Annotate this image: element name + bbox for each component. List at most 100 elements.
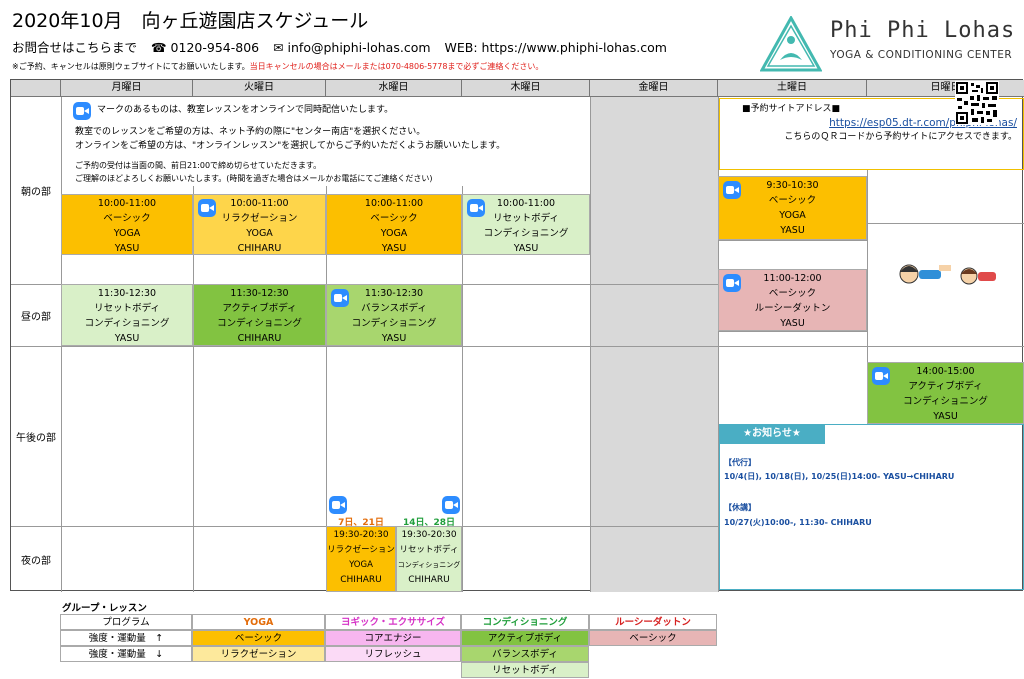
schedule-grid: 月曜日 火曜日 水曜日 木曜日 金曜日 土曜日 日曜日 朝の部 昼の部 午後の部… (10, 79, 1024, 592)
notice-text: ※ご予約、キャンセルは原則ウェブサイトにてお願いいたします。 (12, 62, 250, 71)
day-header-sat: 土曜日 (718, 80, 867, 97)
reservation-notice: ※ご予約、キャンセルは原則ウェブサイトにてお願いいたします。当日キャンセルの場合… (12, 61, 543, 72)
brand-logo: Phi Phi Lohas YOGA & CONDITIONING CENTER (759, 14, 1022, 72)
lesson-category: YOGA (349, 560, 373, 570)
qr-code-icon[interactable] (955, 81, 999, 125)
friday-closed (590, 97, 718, 592)
zoom-icon (331, 289, 349, 307)
lesson-time: 11:00-12:00 (763, 273, 822, 284)
day-header-fri: 金曜日 (590, 80, 718, 97)
zoom-icon (723, 274, 741, 292)
page-title: 2020年10月 向ヶ丘遊園店スケジュール (12, 10, 369, 32)
legend-active-body: アクティブボディ (461, 630, 589, 646)
lesson-mon-noon[interactable]: 11:30-12:30 リセットボディ コンディショニング YASU (61, 284, 193, 346)
legend-relaxation: リラクゼーション (192, 646, 325, 662)
lesson-tue-morning[interactable]: 10:00-11:00 リラクゼーション YOGA CHIHARU (193, 194, 326, 255)
lesson-instructor: YASU (933, 411, 958, 422)
lesson-category: YOGA (779, 210, 806, 221)
day-header-tue: 火曜日 (193, 80, 326, 97)
intro-line-1: マークのあるものは、教室レッスンをオンラインで同時配信いたします。 (97, 105, 394, 115)
legend-basic: ベーシック (192, 630, 325, 646)
website-link[interactable]: WEB: https://www.phiphi-lohas.com (445, 40, 667, 55)
lesson-program: アクティブボディ (222, 303, 297, 314)
zoom-icon (329, 496, 347, 514)
zoom-icon (467, 199, 485, 217)
stretching-people-illustration (899, 264, 996, 285)
lesson-category: コンディショニング (483, 228, 569, 239)
lesson-instructor: YASU (381, 243, 407, 254)
lesson-wed-night-b[interactable]: 19:30-20:30 リセットボディ コンディショニング CHIHARU (396, 526, 462, 592)
news-cancel-text: 10/27(火)10:00-, 11:30- CHIHARU (724, 518, 872, 527)
lesson-instructor: YASU (780, 318, 805, 329)
email-address[interactable]: ✉ info@phiphi-lohas.com (273, 40, 430, 55)
zoom-icon (442, 496, 460, 514)
contact-line: お問合せはこちらまで ☎ 0120-954-806 ✉ info@phiphi-… (12, 37, 677, 56)
lesson-instructor: YASU (114, 333, 140, 344)
notice-red-text: 当日キャンセルの場合はメールまたは070-4806-5778まで必ずご連絡くださ… (249, 62, 544, 71)
zoom-icon (723, 181, 741, 199)
lesson-sun-afternoon[interactable]: 14:00-15:00 アクティブボディ コンディショニング YASU (867, 362, 1024, 424)
day-header-wed: 水曜日 (326, 80, 462, 97)
legend-yogic-header: ヨギック・エクササイズ (325, 614, 461, 630)
lesson-program: ベーシック (768, 288, 817, 299)
reservation-note: こちらのＱＲコードから予約サイトにアクセスできます。 (784, 132, 1017, 142)
lesson-instructor: YASU (114, 243, 140, 254)
legend-yoga-header: YOGA (192, 614, 325, 630)
lesson-category: コンディショニング (351, 318, 437, 329)
news-title: ★お知らせ★ (719, 424, 825, 444)
lesson-mon-morning[interactable]: 10:00-11:00 ベーシック YOGA YASU (61, 194, 193, 255)
lotus-logo-icon (759, 14, 823, 72)
lesson-program: アクティブボディ (908, 381, 983, 392)
lesson-legend: グループ・レッスン プログラム YOGA ヨギック・エクササイズ コンディショニ… (60, 597, 720, 678)
lesson-category: ルーシーダットン (754, 303, 831, 314)
lesson-instructor: YASU (780, 225, 805, 236)
period-morning: 朝の部 (21, 187, 51, 198)
legend-intensity-up: 強度・運動量 ↑ (60, 630, 192, 646)
legend-balance-body: バランスボディ (461, 646, 589, 662)
lesson-instructor: YASU (381, 333, 407, 344)
zoom-icon (872, 367, 890, 385)
lesson-program: リセットボディ (94, 303, 160, 314)
lesson-wed-night-a[interactable]: 19:30-20:30 リラクゼーション YOGA CHIHARU (326, 526, 396, 592)
lesson-instructor: CHIHARU (237, 243, 282, 254)
lesson-category: コンディショニング (397, 561, 461, 569)
period-afternoon: 午後の部 (16, 432, 56, 444)
lesson-wed-morning[interactable]: 10:00-11:00 ベーシック YOGA YASU (326, 194, 462, 255)
lesson-time: 11:30-12:30 (230, 288, 289, 299)
legend-program-header: プログラム (60, 614, 192, 630)
zoom-icon (73, 102, 91, 120)
lesson-time: 11:30-12:30 (97, 288, 157, 299)
corner-header (11, 80, 61, 97)
lesson-program: ベーシック (103, 213, 151, 224)
legend-cond-header: コンディショニング (461, 614, 589, 630)
lesson-category: YOGA (380, 228, 408, 239)
news-substitute-text: 10/4(日), 10/18(日), 10/25(日)14:00- YASU→C… (724, 472, 955, 481)
lesson-tue-noon[interactable]: 11:30-12:30 アクティブボディ コンディショニング CHIHARU (193, 284, 326, 346)
lesson-category: コンディショニング (217, 318, 302, 329)
lesson-time: 19:30-20:30 (333, 530, 389, 540)
legend-rusy-header: ルーシーダットン (589, 614, 717, 630)
day-header-sun: 日曜日 (867, 80, 1024, 97)
lesson-sat-morning[interactable]: 9:30-10:30 ベーシック YOGA YASU (718, 176, 867, 240)
lesson-category: YOGA (246, 228, 273, 239)
legend-refresh: リフレッシュ (325, 646, 461, 662)
lesson-instructor: YASU (513, 243, 539, 254)
news-box: 【代行】 10/4(日), 10/18(日), 10/25(日)14:00- Y… (719, 424, 1024, 590)
lesson-category: YOGA (113, 228, 141, 239)
period-noon: 昼の部 (21, 311, 51, 323)
phone-number[interactable]: ☎ 0120-954-806 (151, 40, 259, 55)
lesson-thu-morning[interactable]: 10:00-11:00 リセットボディ コンディショニング YASU (462, 194, 590, 255)
lesson-time: 14:00-15:00 (916, 366, 975, 377)
legend-title: グループ・レッスン (62, 603, 147, 614)
period-night: 夜の部 (21, 555, 51, 567)
legend-rusy-basic: ベーシック (589, 630, 717, 646)
intro-line-4: ご予約の受付は当面の間、前日21:00で締め切らせていただきます。 (75, 161, 322, 170)
lesson-wed-noon[interactable]: 11:30-12:30 バランスボディ コンディショニング YASU (326, 284, 462, 346)
lesson-instructor: CHIHARU (340, 575, 382, 585)
legend-reset-body: リセットボディ (461, 662, 589, 678)
news-cancel-title: 【休講】 (724, 503, 756, 512)
lesson-sat-noon[interactable]: 11:00-12:00 ベーシック ルーシーダットン YASU (718, 269, 867, 331)
lesson-time: 10:00-11:00 (97, 198, 157, 209)
lesson-instructor: CHIHARU (408, 575, 450, 585)
logo-subtitle: YOGA & CONDITIONING CENTER (830, 49, 1013, 61)
